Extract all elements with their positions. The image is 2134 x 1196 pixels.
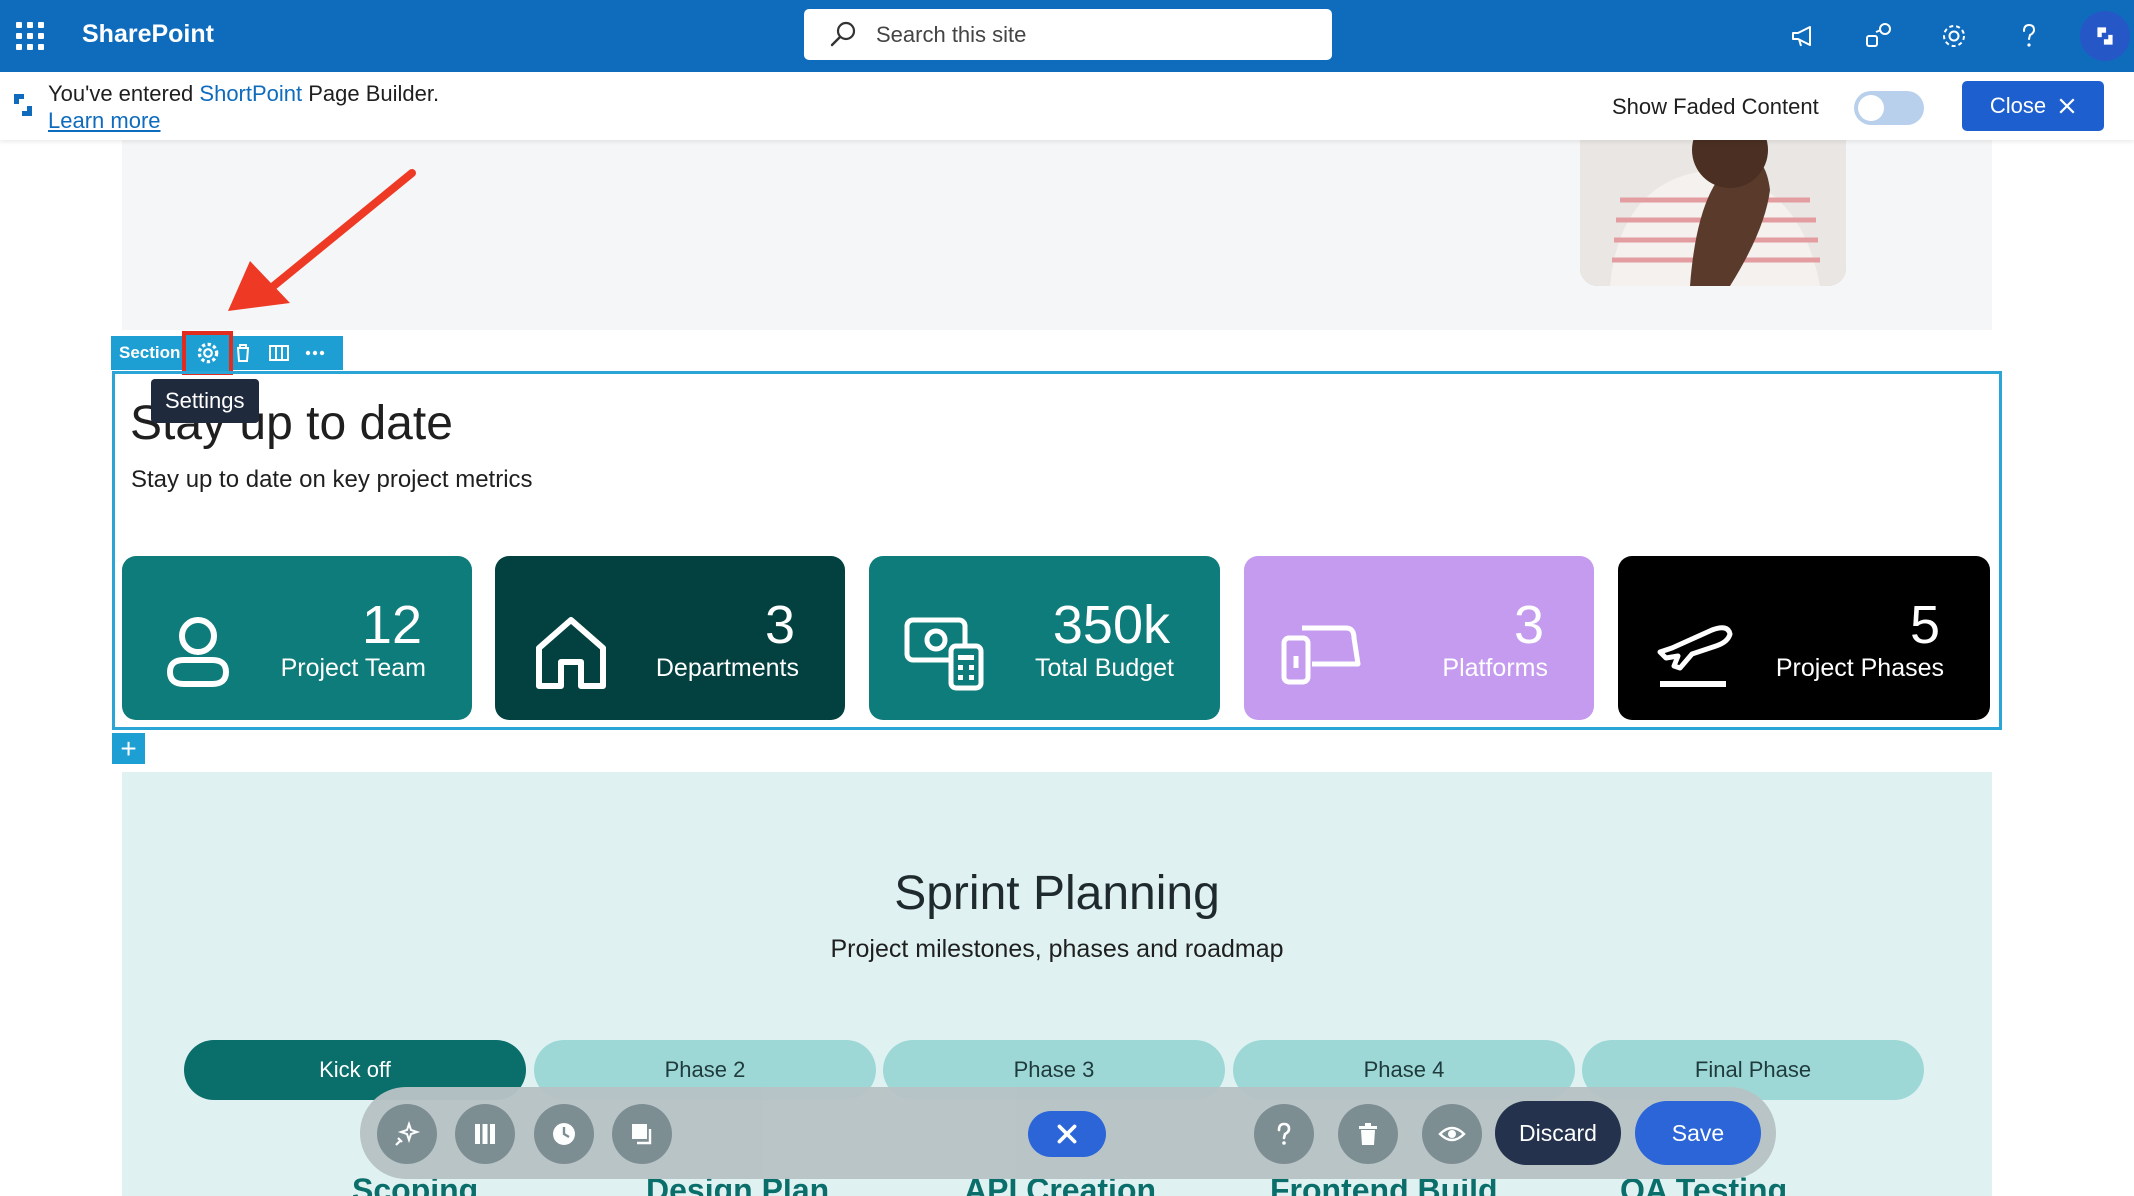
history-icon xyxy=(553,1123,575,1145)
columns-icon xyxy=(269,345,289,361)
airplane-icon xyxy=(1657,625,1733,687)
stat-card-departments[interactable]: 3 Departments xyxy=(495,556,845,720)
card-value: 3 xyxy=(1513,595,1544,655)
waffle-icon[interactable] xyxy=(14,18,46,50)
help-icon xyxy=(1277,1122,1291,1145)
columns-layout-button[interactable] xyxy=(455,1104,515,1164)
app-name[interactable]: SharePoint xyxy=(82,20,214,49)
card-label: Platforms xyxy=(1442,654,1548,682)
show-faded-toggle[interactable] xyxy=(1854,91,1924,125)
annotation-arrow-icon xyxy=(228,169,416,311)
card-label: Departments xyxy=(655,654,799,682)
page-builder-notice: You've entered ShortPoint Page Builder. … xyxy=(0,72,2134,140)
trash-icon xyxy=(237,344,249,362)
sparkle-icon xyxy=(395,1120,421,1146)
delete-button[interactable] xyxy=(1338,1104,1398,1164)
hero-photo xyxy=(1580,140,1846,286)
notice-suffix: Page Builder. xyxy=(302,81,440,106)
columns-icon xyxy=(475,1124,495,1144)
card-value: 3 xyxy=(764,595,795,655)
search-icon xyxy=(830,21,856,46)
help-button[interactable] xyxy=(1254,1104,1314,1164)
person-icon xyxy=(166,617,230,687)
eye-icon xyxy=(1438,1126,1466,1142)
search-input[interactable]: Search this site xyxy=(804,9,1332,60)
page-root: { "suite": { "app_name": "SharePoint", "… xyxy=(0,0,2134,1196)
trash-icon xyxy=(1359,1123,1377,1145)
close-builder-button[interactable]: Close xyxy=(1962,81,2104,131)
gear-icon[interactable] xyxy=(1934,16,1974,56)
close-icon xyxy=(2059,98,2075,114)
history-button[interactable] xyxy=(534,1104,594,1164)
add-section-button[interactable]: + xyxy=(112,733,145,764)
preview-button[interactable] xyxy=(1422,1104,1482,1164)
section-subtitle: Stay up to date on key project metrics xyxy=(131,466,533,493)
sparkle-button[interactable] xyxy=(377,1104,437,1164)
card-value: 12 xyxy=(361,595,422,655)
close-icon xyxy=(1057,1124,1077,1144)
copy-icon xyxy=(632,1124,652,1145)
copy-button[interactable] xyxy=(612,1104,672,1164)
stat-card-total-budget[interactable]: 350k Total Budget xyxy=(869,556,1220,720)
money-calculator-icon xyxy=(904,617,984,691)
section-settings-button[interactable] xyxy=(182,331,233,375)
toggle-knob xyxy=(1858,95,1884,121)
shortpoint-logo-icon xyxy=(14,94,32,116)
builder-toolbar: Discard Save xyxy=(360,1087,1776,1179)
megaphone-icon[interactable] xyxy=(1784,16,1824,56)
more-options-button[interactable] xyxy=(297,336,333,370)
show-faded-label: Show Faded Content xyxy=(1612,94,1819,119)
card-label: Total Budget xyxy=(1035,654,1174,682)
shortpoint-icon[interactable] xyxy=(2080,11,2130,61)
stat-card-project-phases[interactable]: 5 Project Phases xyxy=(1618,556,1990,720)
stat-card-project-team[interactable]: 12 Project Team xyxy=(122,556,472,720)
save-button[interactable]: Save xyxy=(1635,1101,1761,1165)
notice-message: You've entered ShortPoint Page Builder. xyxy=(48,81,439,107)
sprint-subtitle: Project milestones, phases and roadmap xyxy=(830,935,1284,963)
settings-tooltip: Settings xyxy=(151,379,259,423)
card-value: 350k xyxy=(1052,595,1170,655)
section-label: Section xyxy=(119,343,181,362)
suite-bar: SharePoint Search this site xyxy=(0,0,2134,72)
stat-card-platforms[interactable]: 3 Platforms xyxy=(1244,556,1594,720)
more-icon xyxy=(305,350,325,356)
search-placeholder: Search this site xyxy=(876,21,1027,47)
share-icon[interactable] xyxy=(1859,16,1899,56)
card-label: Project Team xyxy=(280,654,426,682)
help-icon[interactable] xyxy=(2009,16,2049,56)
gear-icon xyxy=(197,342,218,364)
exit-builder-button[interactable] xyxy=(1028,1111,1106,1157)
close-builder-label: Close xyxy=(1989,93,2047,118)
card-value: 5 xyxy=(1909,595,1940,655)
columns-button[interactable] xyxy=(261,336,297,370)
notice-prefix: You've entered xyxy=(48,81,200,106)
sprint-title: Sprint Planning xyxy=(894,867,1220,920)
discard-button[interactable]: Discard xyxy=(1495,1101,1621,1165)
learn-more-link[interactable]: Learn more xyxy=(48,108,161,134)
notice-brand: ShortPoint xyxy=(199,81,303,106)
devices-icon xyxy=(1281,625,1361,685)
home-icon xyxy=(536,617,606,689)
card-label: Project Phases xyxy=(1775,654,1944,682)
